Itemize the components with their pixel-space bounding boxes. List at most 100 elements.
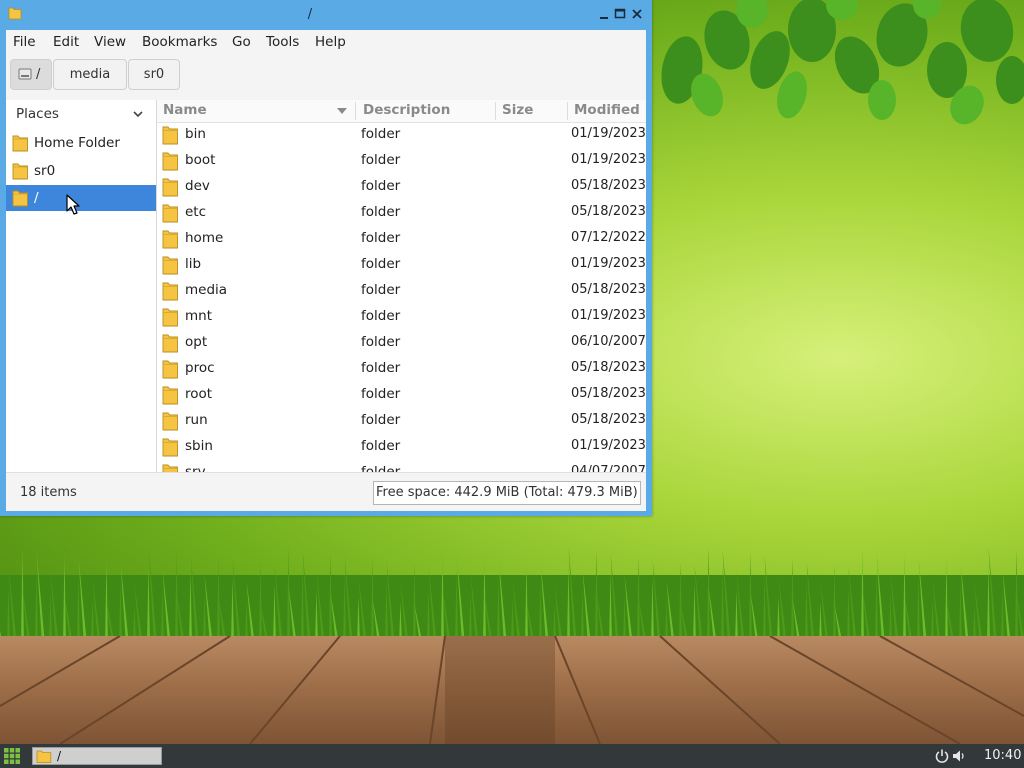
path-bar: / media sr0 (6, 54, 646, 101)
statusbar: 18 items Free space: 442.9 MiB (Total: 4… (6, 472, 646, 511)
file-name: etc (185, 204, 207, 220)
folder-icon (162, 204, 178, 223)
taskbar: / 10:40 (0, 744, 1024, 768)
breadcrumb-label: / (36, 67, 41, 82)
folder-icon (162, 152, 178, 171)
menu-edit[interactable]: Edit (53, 34, 79, 50)
window-title: / (307, 7, 313, 22)
file-description: folder (361, 204, 401, 220)
column-name[interactable]: Name (163, 102, 207, 118)
file-name: root (185, 386, 213, 402)
file-modified: 05/18/2023 (571, 360, 646, 375)
file-row[interactable]: lib folder 01/19/2023 (157, 252, 646, 278)
menu-help[interactable]: Help (315, 34, 346, 50)
places-header[interactable]: Places (16, 106, 59, 122)
file-rows: bin folder 01/19/2023 boot folder 01/19/2023 d… (157, 122, 646, 472)
file-name: media (185, 282, 228, 298)
file-row[interactable]: bin folder 01/19/2023 (157, 122, 646, 148)
menu-bookmarks[interactable]: Bookmarks (142, 34, 217, 50)
column-modified[interactable]: Modified (574, 102, 640, 118)
minimize-button[interactable] (596, 6, 612, 22)
maximize-icon (614, 8, 626, 19)
folder-icon (162, 282, 178, 301)
file-description: folder (361, 126, 401, 142)
breadcrumb-root[interactable]: / (10, 59, 52, 90)
column-separator[interactable] (567, 102, 568, 120)
mouse-cursor-icon (66, 194, 80, 215)
file-modified: 07/12/2022 (571, 230, 646, 245)
chevron-down-icon[interactable] (132, 108, 144, 120)
file-manager-window: / File Edit View Bookmarks Go Tools Help (0, 0, 652, 516)
file-name: sbin (185, 438, 213, 454)
close-icon (632, 9, 642, 19)
volume-icon[interactable] (951, 748, 967, 764)
menubar: File Edit View Bookmarks Go Tools Help (6, 30, 646, 54)
file-row[interactable]: opt folder 06/10/2007 (157, 330, 646, 356)
file-modified: 05/18/2023 (571, 412, 646, 427)
clock: 10:40 (984, 748, 1022, 763)
app-menu-icon[interactable] (3, 747, 21, 765)
file-description: folder (361, 152, 401, 168)
folder-icon (162, 308, 178, 327)
maximize-button[interactable] (612, 6, 628, 22)
file-modified: 05/18/2023 (571, 178, 646, 193)
sidebar-item-sr0[interactable]: sr0 (6, 158, 156, 184)
menu-file[interactable]: File (13, 34, 36, 50)
wooden-deck (0, 636, 1024, 744)
folder-icon (162, 386, 178, 405)
file-modified: 04/07/2007 (571, 464, 646, 472)
file-modified: 01/19/2023 (571, 256, 646, 271)
file-row[interactable]: etc folder 05/18/2023 (157, 200, 646, 226)
breadcrumb-sr0[interactable]: sr0 (128, 59, 180, 90)
folder-icon (162, 464, 178, 472)
file-name: opt (185, 334, 208, 350)
file-row[interactable]: home folder 07/12/2022 (157, 226, 646, 252)
file-modified: 01/19/2023 (571, 152, 646, 167)
folder-icon (162, 256, 178, 275)
menu-tools[interactable]: Tools (266, 34, 299, 50)
file-modified: 05/18/2023 (571, 282, 646, 297)
file-row[interactable]: root folder 05/18/2023 (157, 382, 646, 408)
folder-icon (162, 412, 178, 431)
close-button[interactable] (629, 6, 645, 22)
file-modified: 05/18/2023 (571, 386, 646, 401)
sidebar-item-home-folder[interactable]: Home Folder (6, 130, 156, 156)
folder-icon (12, 163, 28, 180)
file-row[interactable]: boot folder 01/19/2023 (157, 148, 646, 174)
folder-icon (162, 334, 178, 353)
breadcrumb-media[interactable]: media (53, 59, 127, 90)
sidebar-item-label: Home Folder (34, 135, 120, 151)
taskbar-window-button[interactable]: / (32, 747, 162, 765)
file-row[interactable]: mnt folder 01/19/2023 (157, 304, 646, 330)
file-list: Name Description Size Modified bin folder… (157, 100, 646, 472)
folder-icon (36, 750, 52, 763)
file-description: folder (361, 282, 401, 298)
power-icon[interactable] (934, 748, 950, 764)
file-row[interactable]: sbin folder 01/19/2023 (157, 434, 646, 460)
column-separator[interactable] (355, 102, 356, 120)
file-row[interactable]: run folder 05/18/2023 (157, 408, 646, 434)
window-titlebar[interactable]: / (0, 0, 652, 30)
file-description: folder (361, 360, 401, 376)
sidebar-item-label: / (34, 190, 39, 206)
folder-icon (162, 360, 178, 379)
file-row[interactable]: dev folder 05/18/2023 (157, 174, 646, 200)
file-row[interactable]: srv folder 04/07/2007 (157, 460, 646, 472)
file-row[interactable]: proc folder 05/18/2023 (157, 356, 646, 382)
file-row[interactable]: media folder 05/18/2023 (157, 278, 646, 304)
file-name: dev (185, 178, 210, 194)
sort-descending-icon (337, 108, 347, 114)
file-modified: 06/10/2007 (571, 334, 646, 349)
file-modified: 01/19/2023 (571, 438, 646, 453)
column-size[interactable]: Size (502, 102, 533, 118)
menu-go[interactable]: Go (232, 34, 251, 50)
column-description[interactable]: Description (363, 102, 450, 118)
file-name: bin (185, 126, 206, 142)
menu-view[interactable]: View (94, 34, 126, 50)
file-name: proc (185, 360, 215, 376)
sidebar-item-label: sr0 (34, 163, 56, 179)
file-name: mnt (185, 308, 212, 324)
folder-icon (162, 178, 178, 197)
column-separator[interactable] (495, 102, 496, 120)
file-description: folder (361, 412, 401, 428)
